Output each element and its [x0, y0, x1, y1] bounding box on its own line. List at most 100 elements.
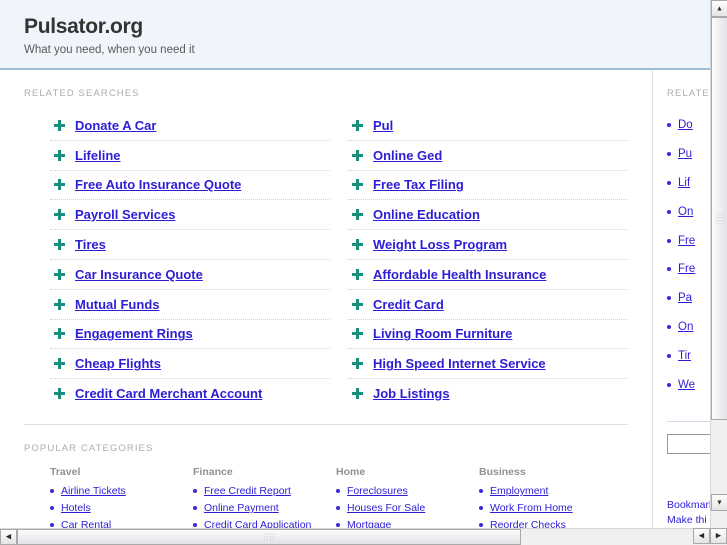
rail-link[interactable]: Fre	[678, 263, 695, 275]
related-search-link[interactable]: Engagement Rings	[75, 326, 193, 341]
category-link[interactable]: Airline Tickets	[61, 485, 126, 497]
rail-row[interactable]: Fre	[667, 226, 710, 255]
category-link[interactable]: Employment	[490, 485, 548, 497]
rail-link[interactable]: We	[678, 379, 695, 391]
category-link[interactable]: Free Credit Report	[204, 485, 291, 497]
related-search-row[interactable]: Cheap Flights	[50, 349, 330, 380]
related-search-link[interactable]: Online Education	[373, 207, 480, 222]
rail-link[interactable]: Lif	[678, 177, 690, 189]
scroll-up-button[interactable]: ▲	[711, 0, 727, 17]
category-item[interactable]: Hotels	[50, 502, 193, 514]
related-search-row[interactable]: Credit Card Merchant Account	[50, 379, 330, 408]
related-search-link[interactable]: Payroll Services	[75, 207, 175, 222]
related-search-link[interactable]: Tires	[75, 237, 106, 252]
related-search-row[interactable]: Free Auto Insurance Quote	[50, 171, 330, 201]
make-homepage-link[interactable]: Make thi	[667, 514, 707, 526]
bookmark-link[interactable]: Bookmark	[667, 499, 710, 511]
horizontal-scroll-thumb[interactable]	[17, 529, 521, 545]
related-search-row[interactable]: Payroll Services	[50, 200, 330, 231]
rail-link[interactable]: Do	[678, 119, 693, 131]
category-item[interactable]: Mortgage	[336, 519, 479, 528]
rail-row[interactable]: On	[667, 313, 710, 342]
related-search-link[interactable]: Affordable Health Insurance	[373, 267, 546, 282]
related-search-link[interactable]: Donate A Car	[75, 118, 156, 133]
category-item[interactable]: Free Credit Report	[193, 485, 336, 497]
category-link[interactable]: Car Rental	[61, 519, 111, 528]
category-item[interactable]: Credit Card Application	[193, 519, 336, 528]
related-search-row[interactable]: Lifeline	[50, 141, 330, 171]
related-search-row[interactable]: Mutual Funds	[50, 290, 330, 320]
related-search-row[interactable]: Credit Card	[348, 290, 628, 320]
scroll-left-button-secondary[interactable]: ◀	[693, 528, 710, 544]
rail-link[interactable]: Pa	[678, 292, 692, 304]
rail-row[interactable]: Fre	[667, 255, 710, 284]
scroll-down-button[interactable]: ▼	[711, 494, 727, 511]
category-item[interactable]: Online Payment	[193, 502, 336, 514]
category-item[interactable]: Work From Home	[479, 502, 622, 514]
rail-row[interactable]: We	[667, 370, 710, 399]
rail-search-input[interactable]	[667, 433, 710, 454]
related-search-link[interactable]: Online Ged	[373, 148, 442, 163]
related-search-link[interactable]: Living Room Furniture	[373, 326, 512, 341]
bullet-dot-icon	[336, 522, 340, 527]
related-search-row[interactable]: Tires	[50, 230, 330, 260]
category-link[interactable]: Reorder Checks	[490, 519, 566, 528]
category-link[interactable]: Foreclosures	[347, 485, 408, 497]
category-item[interactable]: Foreclosures	[336, 485, 479, 497]
category-item[interactable]: Car Rental	[50, 519, 193, 528]
rail-link[interactable]: On	[678, 321, 693, 333]
category-item[interactable]: Airline Tickets	[50, 485, 193, 497]
vertical-scroll-thumb[interactable]	[711, 17, 727, 420]
related-search-row[interactable]: Online Ged	[348, 141, 628, 171]
related-search-row[interactable]: Affordable Health Insurance	[348, 260, 628, 290]
vertical-scrollbar[interactable]: ▲ ▼	[710, 0, 727, 528]
rail-link[interactable]: Tir	[678, 350, 691, 362]
category-link[interactable]: Hotels	[61, 502, 91, 514]
category-item[interactable]: Houses For Sale	[336, 502, 479, 514]
related-search-link[interactable]: Free Auto Insurance Quote	[75, 177, 241, 192]
related-search-link[interactable]: High Speed Internet Service	[373, 356, 546, 371]
related-search-row[interactable]: Free Tax Filing	[348, 171, 628, 201]
related-search-row[interactable]: Donate A Car	[50, 111, 330, 141]
related-search-row[interactable]: Weight Loss Program	[348, 230, 628, 260]
rail-row[interactable]: Do	[667, 111, 710, 140]
related-search-row[interactable]: Job Listings	[348, 379, 628, 408]
rail-row[interactable]: Pu	[667, 140, 710, 169]
related-search-link[interactable]: Weight Loss Program	[373, 237, 507, 252]
category-item[interactable]: Employment	[479, 485, 622, 497]
related-search-link[interactable]: Mutual Funds	[75, 297, 160, 312]
rail-row[interactable]: Pa	[667, 284, 710, 313]
category-link[interactable]: Houses For Sale	[347, 502, 425, 514]
rail-row[interactable]: Lif	[667, 169, 710, 198]
popular-categories-caption: POPULAR CATEGORIES	[24, 442, 154, 454]
related-search-row[interactable]: Engagement Rings	[50, 320, 330, 350]
scroll-left-button[interactable]: ◀	[0, 529, 17, 545]
related-search-row[interactable]: Living Room Furniture	[348, 320, 628, 350]
related-search-link[interactable]: Free Tax Filing	[373, 177, 464, 192]
related-search-link[interactable]: Pul	[373, 118, 393, 133]
scroll-right-button[interactable]: ▶	[710, 528, 727, 544]
related-search-link[interactable]: Credit Card	[373, 297, 444, 312]
category-link[interactable]: Online Payment	[204, 502, 279, 514]
horizontal-scrollbar[interactable]: ◀	[0, 528, 710, 545]
rail-row[interactable]: Tir	[667, 341, 710, 370]
rail-caption: RELATED	[667, 88, 710, 99]
related-search-link[interactable]: Job Listings	[373, 386, 450, 401]
related-search-row[interactable]: Online Education	[348, 200, 628, 231]
category-link[interactable]: Credit Card Application	[204, 519, 311, 528]
related-search-link[interactable]: Credit Card Merchant Account	[75, 386, 262, 401]
grip-icon	[715, 212, 724, 225]
related-search-link[interactable]: Car Insurance Quote	[75, 267, 203, 282]
rail-link[interactable]: Pu	[678, 148, 692, 160]
rail-link[interactable]: On	[678, 206, 693, 218]
related-search-link[interactable]: Cheap Flights	[75, 356, 161, 371]
category-link[interactable]: Work From Home	[490, 502, 573, 514]
rail-row[interactable]: On	[667, 197, 710, 226]
rail-link[interactable]: Fre	[678, 235, 695, 247]
category-item[interactable]: Reorder Checks	[479, 519, 622, 528]
related-search-row[interactable]: High Speed Internet Service	[348, 349, 628, 380]
related-search-link[interactable]: Lifeline	[75, 148, 121, 163]
related-search-row[interactable]: Car Insurance Quote	[50, 260, 330, 290]
category-link[interactable]: Mortgage	[347, 519, 391, 528]
related-search-row[interactable]: Pul	[348, 111, 628, 141]
